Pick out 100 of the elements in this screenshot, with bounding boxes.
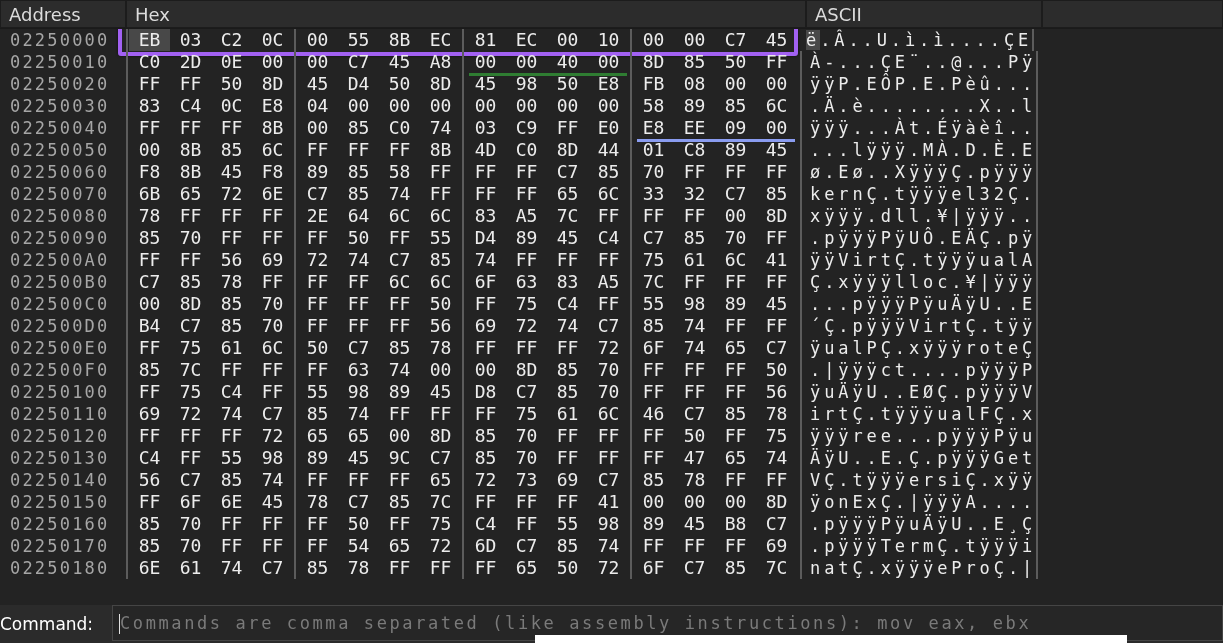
hex-byte[interactable]: 85	[420, 249, 461, 271]
hex-byte[interactable]: FF	[420, 403, 461, 425]
hex-byte[interactable]: 00	[633, 491, 674, 513]
hex-byte[interactable]: 8B	[252, 117, 293, 139]
hex-byte[interactable]: 7C	[633, 271, 674, 293]
hex-byte[interactable]: C7	[420, 447, 461, 469]
hex-byte[interactable]: C4	[547, 293, 588, 315]
column-header[interactable]: Hex	[126, 0, 806, 28]
hex-byte[interactable]: FF	[297, 315, 338, 337]
hex-byte[interactable]: 00	[465, 95, 506, 117]
hex-byte[interactable]: 00	[338, 95, 379, 117]
hex-byte[interactable]: 6C	[252, 337, 293, 359]
hex-byte[interactable]: 41	[588, 491, 629, 513]
hex-byte[interactable]: 89	[715, 139, 756, 161]
hex-byte[interactable]: FF	[170, 425, 211, 447]
hex-byte[interactable]: 6F	[465, 271, 506, 293]
hex-byte[interactable]: 85	[129, 359, 170, 381]
hex-byte[interactable]: FF	[129, 117, 170, 139]
hex-byte[interactable]: FF	[633, 425, 674, 447]
hex-byte[interactable]: FF	[547, 249, 588, 271]
hex-byte[interactable]: 6F	[170, 491, 211, 513]
hex-byte[interactable]: 00	[129, 139, 170, 161]
hex-byte[interactable]: 50	[547, 73, 588, 95]
hex-byte[interactable]: FF	[465, 491, 506, 513]
hex-byte[interactable]: E8	[588, 73, 629, 95]
hex-byte[interactable]: 00	[379, 95, 420, 117]
hex-byte[interactable]: 00	[715, 205, 756, 227]
hex-byte[interactable]: C7	[506, 535, 547, 557]
hex-byte[interactable]: FF	[297, 139, 338, 161]
hex-byte[interactable]: 50	[338, 227, 379, 249]
hex-byte[interactable]: 75	[170, 337, 211, 359]
hex-byte[interactable]: 85	[465, 447, 506, 469]
hex-byte[interactable]: FF	[170, 249, 211, 271]
hex-byte[interactable]: FF	[252, 359, 293, 381]
hex-byte[interactable]: FF	[465, 293, 506, 315]
hex-byte[interactable]: 00	[465, 359, 506, 381]
hex-byte[interactable]: FF	[338, 293, 379, 315]
hex-byte[interactable]: 0C	[252, 29, 293, 51]
hex-byte[interactable]: 00	[588, 95, 629, 117]
hex-byte[interactable]: 58	[379, 161, 420, 183]
hex-byte[interactable]: C7	[506, 381, 547, 403]
hex-byte[interactable]: 70	[588, 381, 629, 403]
hex-byte[interactable]: D4	[338, 73, 379, 95]
hex-byte[interactable]: 85	[465, 425, 506, 447]
hex-byte[interactable]: 85	[547, 381, 588, 403]
hex-byte[interactable]: 46	[633, 403, 674, 425]
hex-byte[interactable]: 50	[715, 51, 756, 73]
hex-byte[interactable]: C7	[756, 513, 797, 535]
hex-byte[interactable]: 70	[252, 315, 293, 337]
hex-byte[interactable]: C7	[338, 491, 379, 513]
hex-byte[interactable]: A5	[506, 205, 547, 227]
hex-byte[interactable]: FF	[715, 535, 756, 557]
hex-byte[interactable]: FF	[674, 381, 715, 403]
hex-byte[interactable]: 33	[633, 183, 674, 205]
hex-byte[interactable]: FF	[633, 359, 674, 381]
hex-byte[interactable]: EE	[674, 117, 715, 139]
hex-byte[interactable]: 85	[588, 161, 629, 183]
hex-byte[interactable]: C7	[674, 557, 715, 579]
hex-byte[interactable]: 70	[170, 513, 211, 535]
hex-byte[interactable]: 50	[379, 73, 420, 95]
hex-byte[interactable]: FF	[756, 227, 797, 249]
hex-byte[interactable]: FF	[297, 469, 338, 491]
hex-byte[interactable]: 65	[506, 557, 547, 579]
hex-byte[interactable]: FF	[129, 491, 170, 513]
hex-byte[interactable]: F8	[129, 161, 170, 183]
hex-byte[interactable]: 98	[252, 447, 293, 469]
hex-byte[interactable]: FF	[715, 425, 756, 447]
hex-byte[interactable]: 7C	[756, 557, 797, 579]
hex-byte[interactable]: 6C	[715, 249, 756, 271]
hex-byte[interactable]: 70	[252, 293, 293, 315]
hex-byte[interactable]: FF	[588, 249, 629, 271]
hex-byte[interactable]: 8D	[633, 51, 674, 73]
hex-byte[interactable]: 00	[297, 29, 338, 51]
hex-byte[interactable]: 6C	[588, 403, 629, 425]
hex-byte[interactable]: FF	[129, 73, 170, 95]
hex-byte[interactable]: 85	[338, 161, 379, 183]
hex-byte[interactable]: FF	[252, 381, 293, 403]
hex-byte[interactable]: 6C	[756, 95, 797, 117]
hex-byte[interactable]: 58	[633, 95, 674, 117]
hex-byte[interactable]: 69	[129, 403, 170, 425]
hex-byte[interactable]: C7	[170, 469, 211, 491]
hex-byte[interactable]: FF	[297, 227, 338, 249]
hex-byte[interactable]: 69	[547, 469, 588, 491]
hex-byte[interactable]: 85	[129, 513, 170, 535]
hex-byte[interactable]: 6D	[465, 535, 506, 557]
hex-byte[interactable]: FF	[674, 205, 715, 227]
hex-byte[interactable]: C7	[588, 469, 629, 491]
hex-byte[interactable]: 85	[715, 403, 756, 425]
hex-byte[interactable]: 6E	[129, 557, 170, 579]
hex-byte[interactable]: FF	[506, 337, 547, 359]
hex-byte[interactable]: 70	[715, 227, 756, 249]
hex-byte[interactable]: 55	[297, 381, 338, 403]
hex-byte[interactable]: 55	[633, 293, 674, 315]
hex-byte[interactable]: 72	[170, 403, 211, 425]
hex-byte[interactable]: FF	[715, 381, 756, 403]
hex-byte[interactable]: 65	[547, 183, 588, 205]
hex-byte[interactable]: 00	[674, 491, 715, 513]
hex-byte[interactable]: 69	[252, 249, 293, 271]
hex-byte[interactable]: 00	[547, 29, 588, 51]
hex-byte[interactable]: FF	[633, 447, 674, 469]
